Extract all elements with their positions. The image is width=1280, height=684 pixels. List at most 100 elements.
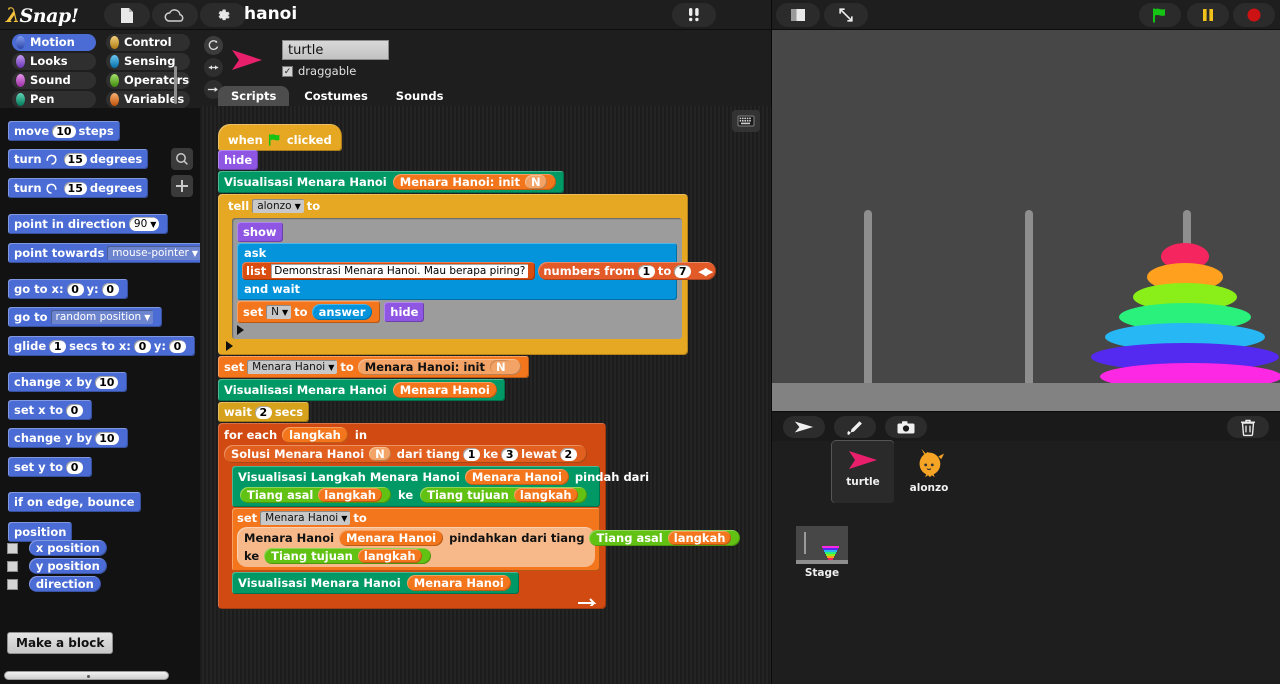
block-hide-1[interactable]: hide [218,150,259,170]
tab-sounds[interactable]: Sounds [382,86,457,106]
y-input[interactable]: 0 [101,282,119,296]
cloud-menu-button[interactable] [152,3,198,27]
block-for-each[interactable]: for each langkah in Solusi Menara Hanoi … [218,423,741,609]
block-y-position[interactable]: y position [28,558,107,574]
palette-horizontal-scrollbar[interactable] [4,671,169,680]
variable-dropdown-n[interactable]: N ▼ [266,305,292,319]
search-icon[interactable] [171,148,193,170]
block-direction[interactable]: direction [28,576,101,592]
block-move-steps[interactable]: move 10 steps [8,121,120,141]
scripting-area[interactable]: when clicked hide Visualisasi Menara Han… [200,106,772,684]
settings-menu-button[interactable] [200,3,246,27]
sprite-name-input[interactable]: turtle [282,40,389,60]
draggable-checkbox[interactable]: ✓ [282,65,293,77]
reporter-tiang-asal[interactable]: Tiang asal langkah [589,530,741,546]
reporter-n[interactable]: N [489,360,512,374]
tiang-tujuan-input[interactable]: 3 [501,447,519,461]
seconds-input[interactable]: 1 [49,339,67,353]
category-motion[interactable]: Motion [12,34,96,51]
y-input[interactable]: 0 [66,460,84,474]
tell-target-dropdown[interactable]: alonzo ▼ [252,199,304,213]
block-go-to[interactable]: go to random position ▼ [8,307,163,327]
reporter-n[interactable]: N [524,175,547,189]
delta-input[interactable]: 10 [95,375,119,389]
block-visualisasi-menara-hanoi-init[interactable]: Visualisasi Menara Hanoi Menara Hanoi: i… [218,171,564,193]
direction-dropdown[interactable]: 90 ▼ [128,217,160,231]
stage-size-button[interactable] [776,3,820,27]
camera-sprite-button[interactable] [885,416,927,438]
block-visualisasi-menara-hanoi-2[interactable]: Visualisasi Menara Hanoi Menara Hanoi [218,379,505,401]
tab-costumes[interactable]: Costumes [291,86,381,106]
block-turn-counterclockwise[interactable]: turn 15 degrees [8,178,149,198]
reporter-menara-hanoi-init[interactable]: Menara Hanoi: init N [392,174,556,190]
green-flag-button[interactable] [1139,3,1181,27]
hanoi-script[interactable]: when clicked hide Visualisasi Menara Han… [218,124,741,609]
x-input[interactable]: 0 [133,339,151,353]
snap-logo[interactable]: λSnap! [6,3,79,27]
target-dropdown[interactable]: mouse-pointer ▼ [107,246,200,260]
direction-checkbox[interactable] [7,579,18,590]
ring-expand-arrow-icon[interactable] [226,341,233,351]
block-list-constructor[interactable]: list Demonstrasi Menara Hanoi. Mau berap… [242,262,536,280]
reporter-langkah[interactable]: langkah [357,549,422,563]
upvar-langkah[interactable]: langkah [282,427,348,443]
variable-dropdown-menara-hanoi[interactable]: Menara Hanoi ▼ [247,360,338,374]
trash-button[interactable] [1227,416,1269,438]
collapse-arrow-icon[interactable] [237,325,244,335]
reporter-tiang-tujuan[interactable]: Tiang tujuan langkah [264,548,431,564]
reporter-n[interactable]: N [369,447,391,461]
tab-scripts[interactable]: Scripts [218,86,290,106]
block-numbers-from-to[interactable]: numbers from 1 to 7 ◀▶ [538,262,717,280]
category-scrollbar[interactable] [174,66,177,104]
paint-sprite-button[interactable] [834,416,876,438]
tell-ring-slot[interactable]: show ask list Demonstrasi Menara Hanoi. … [232,218,717,339]
file-menu-button[interactable] [104,3,150,27]
list-text-input[interactable]: Demonstrasi Menara Hanoi. Mau berapa pir… [271,264,529,278]
degrees-input[interactable]: 15 [63,152,87,166]
numbers-to-input[interactable]: 7 [674,264,692,278]
category-control[interactable]: Control [106,34,190,51]
block-visualisasi-menara-hanoi-3[interactable]: Visualisasi Menara Hanoi Menara Hanoi [232,572,519,594]
keyboard-icon[interactable] [732,110,760,132]
reporter-langkah[interactable]: langkah [667,531,732,545]
block-change-x[interactable]: change x by 10 [8,372,128,392]
reporter-menara-hanoi[interactable]: Menara Hanoi [339,530,444,546]
block-if-on-edge-bounce[interactable]: if on edge, bounce [8,492,141,512]
for-each-body[interactable]: Visualisasi Langkah Menara Hanoi Menara … [232,466,741,594]
add-turtle-sprite-button[interactable] [783,416,825,438]
visible-stepping-button[interactable] [672,3,716,27]
block-set-menara-hanoi-pindahkan[interactable]: set Menara Hanoi ▼ to Menara Hanoi Menara… [232,508,741,571]
reporter-menara-hanoi[interactable]: Menara Hanoi [464,469,569,485]
block-point-in-direction[interactable]: point in direction 90 ▼ [8,214,169,234]
delta-input[interactable]: 10 [95,431,119,445]
category-sensing[interactable]: Sensing [106,53,190,70]
draggable-row[interactable]: ✓ draggable [282,64,356,78]
block-tell-alonzo[interactable]: tell alonzo ▼ to show ask list Demonstra… [218,194,717,355]
block-hide-2[interactable]: hide [384,302,425,322]
plus-icon[interactable] [171,175,193,197]
destination-dropdown[interactable]: random position ▼ [50,310,154,324]
block-point-towards[interactable]: point towards mouse-pointer ▼ [8,243,200,263]
steps-input[interactable]: 10 [52,124,76,138]
block-turn-clockwise[interactable]: turn 15 degrees [8,149,149,169]
reporter-solusi-menara-hanoi[interactable]: Solusi Menara Hanoi N dari tiang 1 ke 3 … [224,445,587,463]
x-input[interactable]: 0 [65,403,83,417]
category-pen[interactable]: Pen [12,91,96,108]
block-set-y[interactable]: set y to 0 [8,457,93,477]
block-set-x[interactable]: set x to 0 [8,400,92,420]
block-set-n-to-answer[interactable]: set N ▼ to answer [237,301,381,323]
wait-seconds-input[interactable]: 2 [254,405,272,419]
category-variables[interactable]: Variables [106,91,190,108]
rotate-left-right-button[interactable] [204,58,223,77]
variable-dropdown-menara-hanoi[interactable]: Menara Hanoi ▼ [260,511,351,525]
block-go-to-xy[interactable]: go to x: 0 y: 0 [8,279,128,299]
tiang-asal-input[interactable]: 1 [463,447,481,461]
reporter-menara-hanoi-pindahkan[interactable]: Menara Hanoi Menara Hanoi pindahkan dari… [237,527,741,567]
category-operators[interactable]: Operators [106,72,190,89]
block-visualisasi-langkah[interactable]: Visualisasi Langkah Menara Hanoi Menara … [232,466,649,507]
reporter-tiang-asal[interactable]: Tiang asal langkah [240,487,391,503]
reporter-langkah[interactable]: langkah [318,488,382,502]
corral-sprite-alonzo[interactable]: alonzo [898,441,960,503]
reporter-menara-hanoi-init[interactable]: Menara Hanoi: init N [357,359,521,375]
block-position-reporter[interactable]: position [8,522,73,542]
